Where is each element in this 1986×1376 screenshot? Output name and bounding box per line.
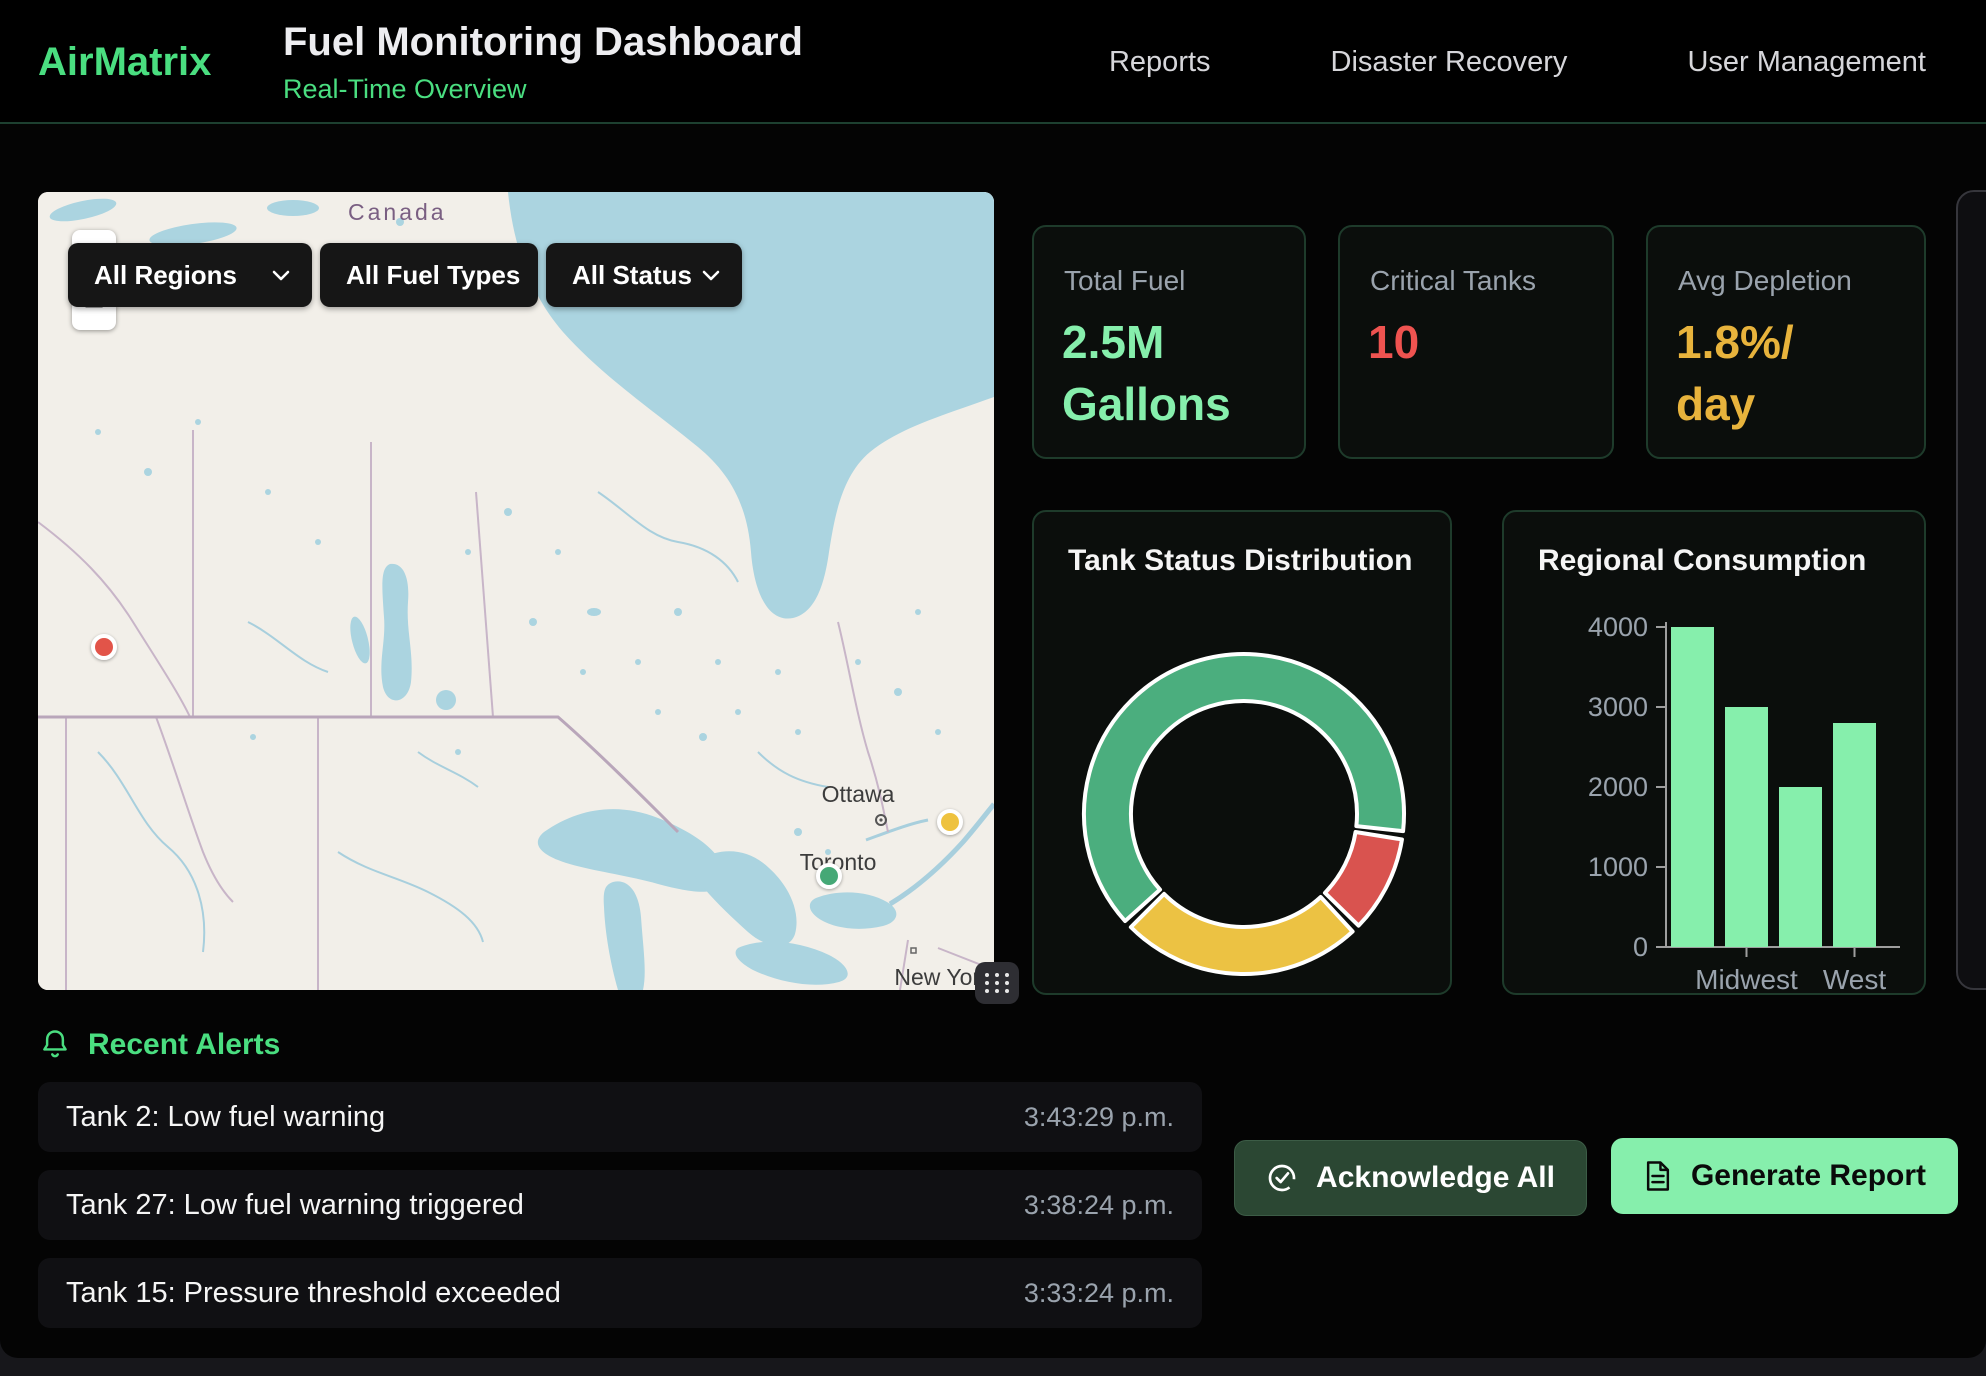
recent-alerts-title: Recent Alerts: [88, 1028, 280, 1062]
top-nav: Reports Disaster Recovery User Managemen…: [1109, 0, 1926, 124]
bar-West: [1833, 723, 1876, 947]
stat-card-total-fuel: Total Fuel 2.5M Gallons: [1032, 225, 1306, 459]
map-filter-bar: All Regions All Fuel Types All Status: [68, 243, 742, 307]
tank-status-donut-chart: [1034, 512, 1454, 997]
chevron-down-icon: [272, 270, 290, 281]
nav-reports[interactable]: Reports: [1109, 46, 1211, 79]
tank-marker-critical[interactable]: [91, 634, 117, 660]
status-filter-dropdown[interactable]: All Status: [546, 243, 742, 307]
chevron-down-icon: [702, 270, 720, 281]
alert-timestamp: 3:33:24 p.m.: [1024, 1278, 1174, 1309]
acknowledge-all-label: Acknowledge All: [1316, 1161, 1555, 1195]
check-circle-icon: [1266, 1162, 1298, 1194]
y-axis-tick-label: 2000: [1588, 772, 1648, 802]
bar-chart-title: Regional Consumption: [1538, 544, 1866, 578]
tank-marker-normal[interactable]: [816, 863, 842, 889]
regional-consumption-bar-chart: 0 1000 2000 3000 4000 Midwest West: [1504, 512, 1928, 997]
fuel-type-filter-dropdown[interactable]: All Fuel Types: [320, 243, 538, 307]
tank-status-distribution-card: Tank Status Distribution: [1032, 510, 1452, 995]
fuel-monitoring-dashboard: AirMatrix Fuel Monitoring Dashboard Real…: [0, 0, 1986, 1376]
alert-row-3[interactable]: Tank 15: Pressure threshold exceeded 3:3…: [38, 1258, 1202, 1328]
donut-segment-warning: [1131, 894, 1353, 974]
dashboard-content: AirMatrix Fuel Monitoring Dashboard Real…: [0, 0, 1986, 1358]
alert-timestamp: 3:43:29 p.m.: [1024, 1102, 1174, 1133]
bar-Midwest: [1725, 707, 1768, 947]
critical-tanks-value: 10: [1368, 311, 1419, 373]
total-fuel-label: Total Fuel: [1064, 265, 1185, 297]
document-icon: [1643, 1160, 1673, 1192]
fuel-type-filter-value: All Fuel Types: [346, 260, 520, 291]
recent-alerts-header: Recent Alerts: [40, 1028, 280, 1062]
app-logo: AirMatrix: [38, 40, 211, 85]
bar-region-3: [1779, 787, 1822, 947]
critical-tanks-label: Critical Tanks: [1370, 265, 1536, 297]
y-axis-tick-label: 1000: [1588, 852, 1648, 882]
map-resize-drag-handle[interactable]: [975, 962, 1019, 1004]
donut-chart-title: Tank Status Distribution: [1068, 544, 1412, 578]
map-label-ottawa: Ottawa: [822, 781, 895, 807]
total-fuel-value: 2.5M Gallons: [1062, 311, 1231, 435]
x-axis-tick-label: West: [1823, 964, 1886, 995]
alert-row-2[interactable]: Tank 27: Low fuel warning triggered 3:38…: [38, 1170, 1202, 1240]
map-canvas: Canada Ottawa Toronto New York: [38, 192, 994, 990]
generate-report-button[interactable]: Generate Report: [1611, 1138, 1958, 1214]
bar-region-1: [1671, 627, 1714, 947]
nav-user-management[interactable]: User Management: [1687, 46, 1926, 79]
acknowledge-all-button[interactable]: Acknowledge All: [1234, 1140, 1587, 1216]
page-subtitle: Real-Time Overview: [283, 74, 527, 105]
map-label-canada: Canada: [348, 199, 447, 225]
generate-report-label: Generate Report: [1691, 1159, 1926, 1193]
x-axis-tick-label: Midwest: [1695, 964, 1798, 995]
alert-message: Tank 15: Pressure threshold exceeded: [66, 1277, 561, 1310]
avg-depletion-value: 1.8%/ day: [1676, 311, 1794, 435]
region-filter-value: All Regions: [94, 260, 237, 291]
clipped-right-panel-edge: [1956, 190, 1986, 990]
page-title: Fuel Monitoring Dashboard: [283, 20, 803, 65]
stat-card-critical-tanks: Critical Tanks 10: [1338, 225, 1614, 459]
alert-row-1[interactable]: Tank 2: Low fuel warning 3:43:29 p.m.: [38, 1082, 1202, 1152]
fuel-tank-map[interactable]: Canada Ottawa Toronto New York + − All R…: [38, 192, 994, 990]
y-axis-tick-label: 3000: [1588, 692, 1648, 722]
status-filter-value: All Status: [572, 260, 692, 291]
y-axis-tick-label: 4000: [1588, 612, 1648, 642]
tank-marker-warning[interactable]: [937, 809, 963, 835]
header: AirMatrix Fuel Monitoring Dashboard Real…: [0, 0, 1986, 124]
nav-disaster-recovery[interactable]: Disaster Recovery: [1331, 46, 1568, 79]
alert-timestamp: 3:38:24 p.m.: [1024, 1190, 1174, 1221]
alert-message: Tank 27: Low fuel warning triggered: [66, 1189, 524, 1222]
alert-message: Tank 2: Low fuel warning: [66, 1101, 385, 1134]
region-filter-dropdown[interactable]: All Regions: [68, 243, 312, 307]
map-lake-winnipeg: [381, 564, 411, 701]
stat-card-avg-depletion: Avg Depletion 1.8%/ day: [1646, 225, 1926, 459]
avg-depletion-label: Avg Depletion: [1678, 265, 1852, 297]
y-axis-tick-label: 0: [1633, 932, 1648, 962]
regional-consumption-card: Regional Consumption 0 1000 2000 3000 4000 Mi…: [1502, 510, 1926, 995]
bell-icon: [40, 1029, 70, 1061]
